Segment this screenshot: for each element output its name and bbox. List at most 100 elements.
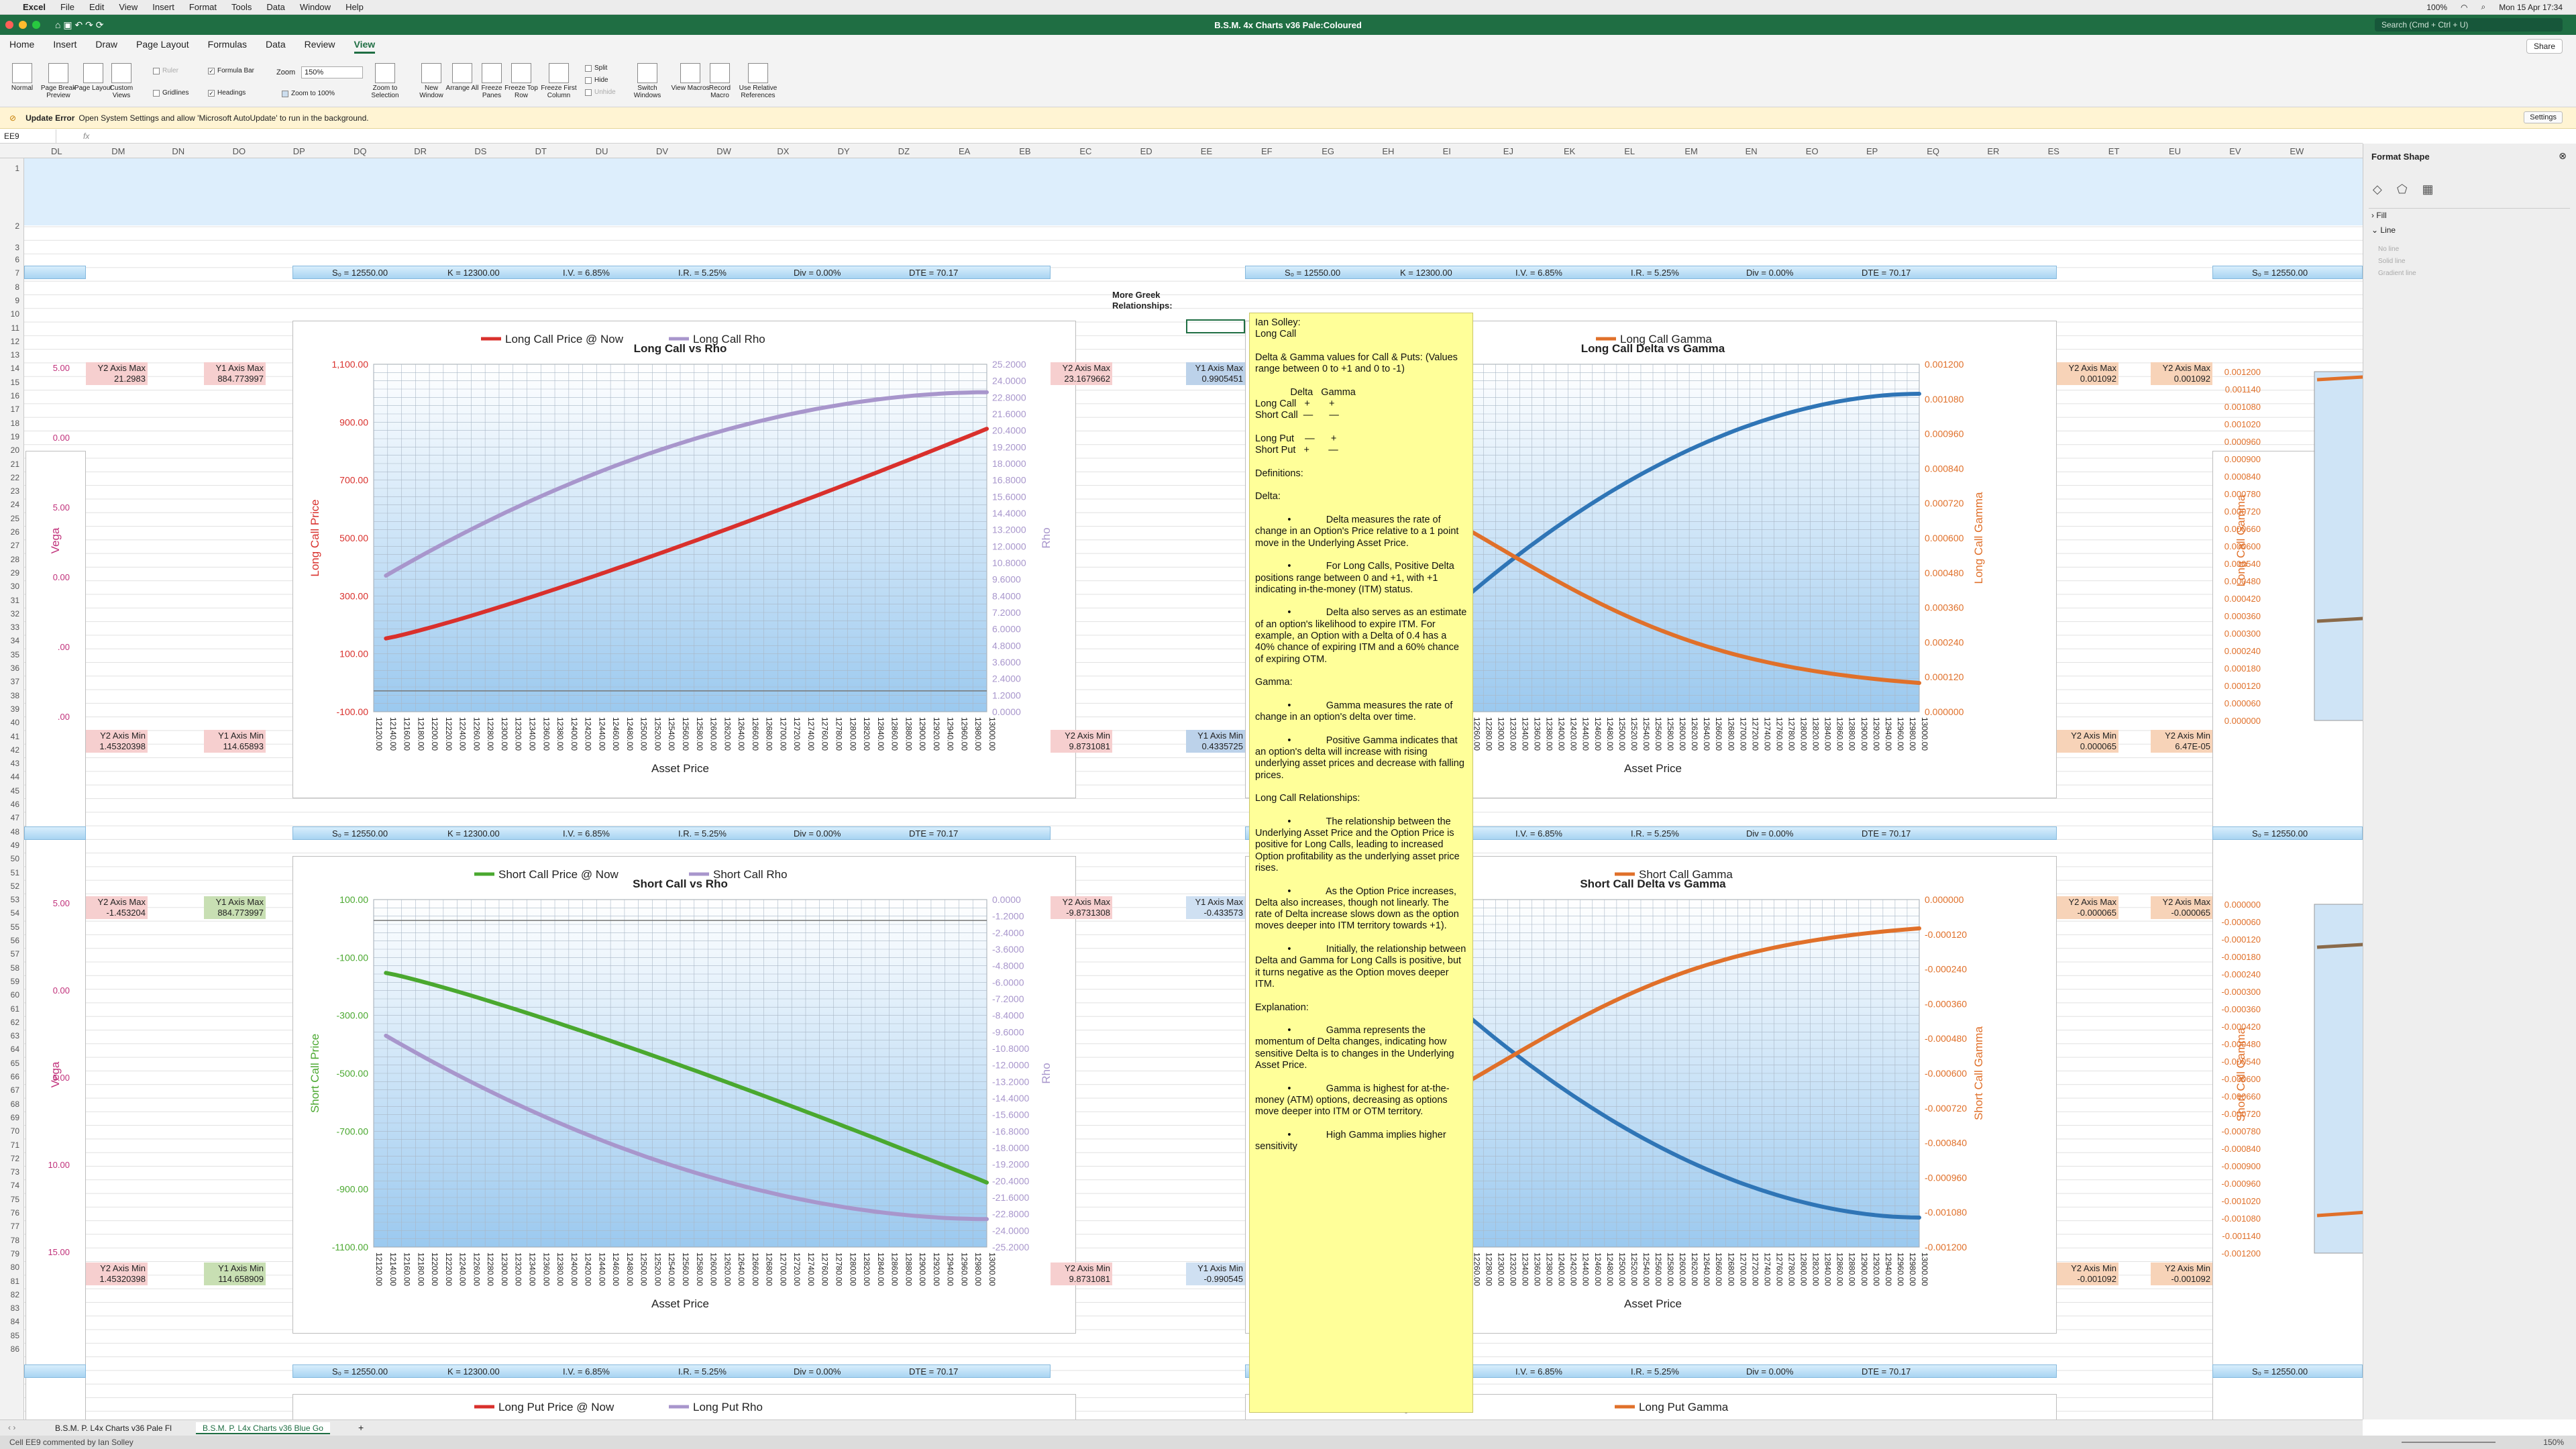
row-header[interactable]: 9 bbox=[15, 296, 19, 305]
row-header[interactable]: 34 bbox=[11, 636, 19, 645]
column-header[interactable]: DV bbox=[656, 146, 668, 156]
row-header[interactable]: 36 bbox=[11, 663, 19, 673]
column-header[interactable]: DZ bbox=[898, 146, 910, 156]
column-header[interactable]: EP bbox=[1866, 146, 1878, 156]
pane-tab-icons[interactable]: ◇⬠▦ bbox=[2373, 182, 2449, 197]
menu-item-data[interactable]: Data bbox=[266, 2, 284, 12]
sheet-nav-icons[interactable]: ‹ › bbox=[8, 1423, 15, 1432]
row-header[interactable]: 78 bbox=[11, 1236, 19, 1245]
add-sheet-button[interactable]: + bbox=[358, 1422, 364, 1433]
row-header[interactable]: 3 bbox=[15, 243, 19, 252]
sheet-tab-1[interactable]: B.S.M. P. L4x Charts v36 Pale Fl bbox=[48, 1422, 178, 1434]
row-header[interactable]: 16 bbox=[11, 391, 19, 400]
row-header[interactable]: 33 bbox=[11, 623, 19, 632]
row-header[interactable]: 62 bbox=[11, 1018, 19, 1027]
selected-cell-ee9[interactable] bbox=[1186, 319, 1245, 333]
tab-view[interactable]: View bbox=[354, 39, 376, 54]
row-header[interactable]: 74 bbox=[11, 1181, 19, 1190]
row-header[interactable]: 80 bbox=[11, 1263, 19, 1272]
name-box[interactable]: EE9 bbox=[0, 129, 56, 143]
custom-views-button[interactable]: Custom Views bbox=[102, 63, 141, 99]
column-header[interactable]: DY bbox=[838, 146, 850, 156]
row-header[interactable]: 18 bbox=[11, 419, 19, 428]
chart-c3[interactable]: Short Call vs Rho Short Call Price @ Now S… bbox=[292, 856, 1076, 1334]
record-macro-button[interactable]: Record Macro bbox=[700, 63, 739, 99]
row-header[interactable]: 45 bbox=[11, 786, 19, 796]
tab-insert[interactable]: Insert bbox=[53, 39, 76, 54]
chart-c1[interactable]: Long Call vs Rho Long Call Price @ Now Lon… bbox=[292, 321, 1076, 798]
row-header[interactable]: 86 bbox=[11, 1344, 19, 1354]
row-header[interactable]: 6 bbox=[15, 255, 19, 264]
row-header[interactable]: 77 bbox=[11, 1222, 19, 1231]
zoom-selection-button[interactable]: Zoom to Selection bbox=[366, 63, 405, 99]
line-option[interactable]: Solid line bbox=[2378, 258, 2406, 265]
row-header[interactable]: 58 bbox=[11, 963, 19, 973]
row-header[interactable]: 67 bbox=[11, 1085, 19, 1095]
headings-checkbox[interactable]: ✓ Headings bbox=[208, 89, 246, 97]
column-header[interactable]: ED bbox=[1140, 146, 1152, 156]
row-header[interactable]: 69 bbox=[11, 1113, 19, 1122]
row-header[interactable]: 70 bbox=[11, 1126, 19, 1136]
zoom-100-button[interactable]: Zoom to 100% bbox=[282, 90, 335, 97]
row-header[interactable]: 85 bbox=[11, 1331, 19, 1340]
row-header[interactable]: 56 bbox=[11, 936, 19, 945]
ruler-checkbox[interactable]: Ruler bbox=[153, 67, 178, 74]
column-header[interactable]: EQ bbox=[1927, 146, 1939, 156]
row-header[interactable]: 59 bbox=[11, 977, 19, 986]
wifi-icon[interactable]: ◠ bbox=[2461, 3, 2467, 12]
menu-item-file[interactable]: File bbox=[60, 2, 74, 12]
row-header[interactable]: 61 bbox=[11, 1004, 19, 1014]
row-header[interactable]: 31 bbox=[11, 596, 19, 605]
tab-page-layout[interactable]: Page Layout bbox=[136, 39, 189, 54]
row-header[interactable]: 2 bbox=[15, 221, 19, 231]
row-header[interactable]: 42 bbox=[11, 745, 19, 755]
line-section[interactable]: ⌄ Line bbox=[2371, 225, 2396, 235]
gridlines-checkbox[interactable]: Gridlines bbox=[153, 89, 189, 97]
page-break-button[interactable]: Page Break Preview bbox=[39, 63, 78, 99]
menu-item-insert[interactable]: Insert bbox=[152, 2, 174, 12]
row-header[interactable]: 32 bbox=[11, 609, 19, 619]
unhide-button[interactable]: Unhide bbox=[585, 89, 616, 96]
menu-app[interactable]: Excel bbox=[23, 2, 46, 12]
zoom-slider[interactable] bbox=[2402, 1442, 2496, 1443]
row-header[interactable]: 65 bbox=[11, 1059, 19, 1068]
row-header[interactable]: 7 bbox=[15, 268, 19, 278]
column-header[interactable]: EG bbox=[1322, 146, 1334, 156]
menu-item-edit[interactable]: Edit bbox=[89, 2, 104, 12]
row-header[interactable]: 54 bbox=[11, 908, 19, 918]
column-header[interactable]: DO bbox=[233, 146, 246, 156]
row-header[interactable]: 15 bbox=[11, 378, 19, 387]
row-header[interactable]: 49 bbox=[11, 841, 19, 850]
row-header[interactable]: 38 bbox=[11, 691, 19, 700]
row-header[interactable]: 13 bbox=[11, 350, 19, 360]
row-header[interactable]: 79 bbox=[11, 1249, 19, 1258]
row-header[interactable]: 37 bbox=[11, 677, 19, 686]
column-header[interactable]: EO bbox=[1806, 146, 1819, 156]
clock[interactable]: Mon 15 Apr 17:34 bbox=[2499, 3, 2563, 12]
row-header[interactable]: 82 bbox=[11, 1290, 19, 1299]
row-header[interactable]: 20 bbox=[11, 445, 19, 455]
freeze-first-column-button[interactable]: Freeze First Column bbox=[539, 63, 578, 99]
column-header[interactable]: EB bbox=[1019, 146, 1030, 156]
column-header[interactable]: ES bbox=[2048, 146, 2059, 156]
row-header[interactable]: 83 bbox=[11, 1303, 19, 1313]
search-icon[interactable]: ⌕ bbox=[2481, 2, 2486, 12]
row-header[interactable]: 63 bbox=[11, 1031, 19, 1040]
column-header[interactable]: DQ bbox=[354, 146, 367, 156]
sheet-tab-2[interactable]: B.S.M. P. L4x Charts v36 Blue Go bbox=[196, 1422, 330, 1434]
column-header[interactable]: EU bbox=[2169, 146, 2181, 156]
row-header[interactable]: 51 bbox=[11, 868, 19, 877]
menu-item-help[interactable]: Help bbox=[345, 2, 364, 12]
column-header[interactable]: EI bbox=[1443, 146, 1451, 156]
row-header[interactable]: 23 bbox=[11, 486, 19, 496]
row-header[interactable]: 21 bbox=[11, 460, 19, 469]
row-header[interactable]: 73 bbox=[11, 1167, 19, 1177]
column-header[interactable]: EN bbox=[1746, 146, 1758, 156]
tab-home[interactable]: Home bbox=[9, 39, 34, 54]
line-option[interactable]: Gradient line bbox=[2378, 270, 2416, 277]
row-header[interactable]: 11 bbox=[11, 323, 19, 333]
row-header[interactable]: 48 bbox=[11, 827, 19, 837]
column-header[interactable]: EE bbox=[1201, 146, 1212, 156]
row-header[interactable]: 8 bbox=[15, 282, 19, 292]
row-header[interactable]: 44 bbox=[11, 772, 19, 782]
